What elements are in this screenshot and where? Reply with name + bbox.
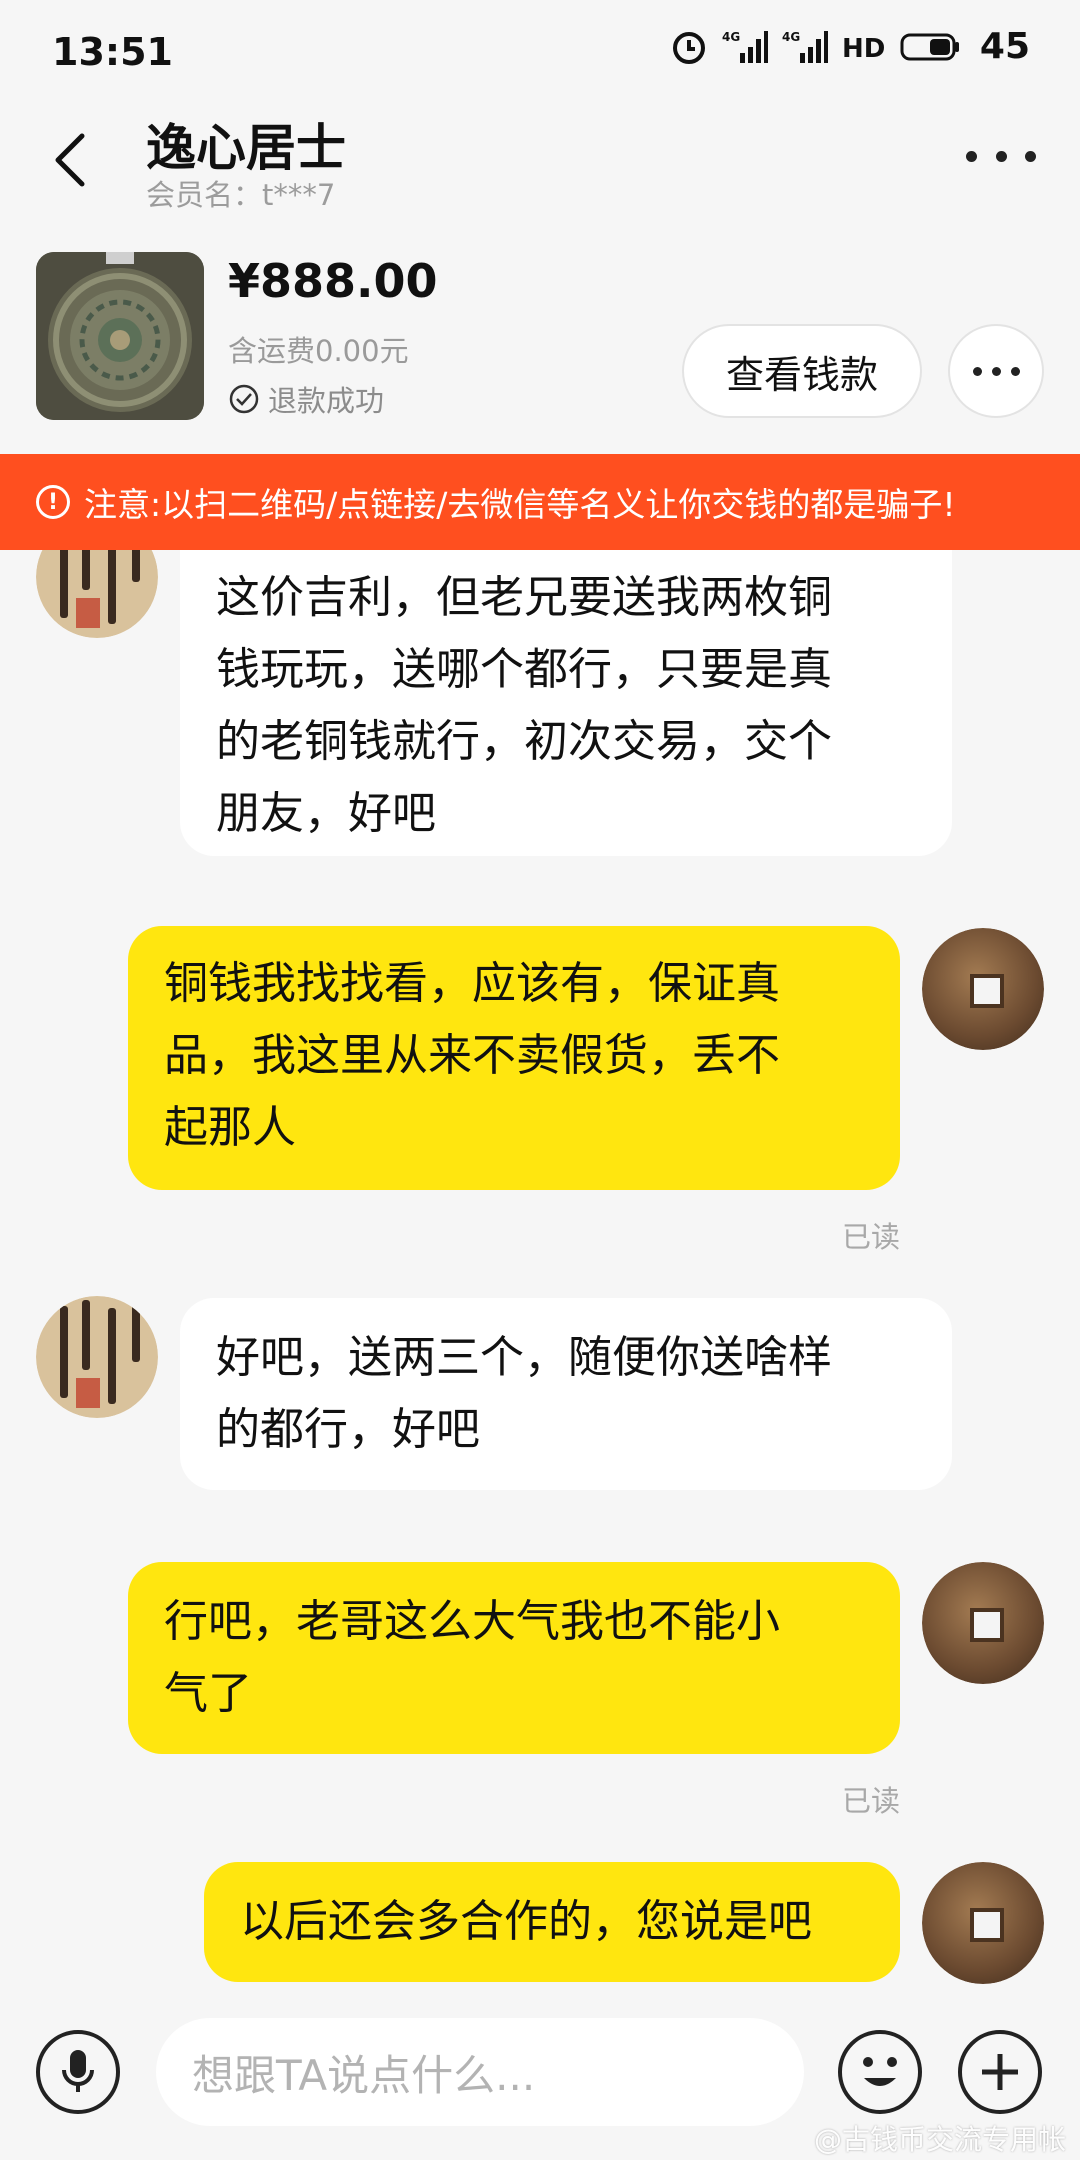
dot bbox=[1010, 366, 1020, 376]
seller-avatar[interactable] bbox=[36, 550, 158, 638]
signal-4g-icon: 4G bbox=[722, 29, 768, 65]
status-bar: 13:51 4G 4G HD 45 bbox=[0, 0, 1080, 108]
back-button[interactable] bbox=[42, 120, 98, 200]
battery-level: 45 bbox=[979, 26, 1030, 67]
refund-status-label: 退款成功 bbox=[268, 384, 385, 418]
message-bubble-outgoing[interactable]: 铜钱我找找看，应该有，保证真 品，我这里从来不卖假货，丢不 起那人 bbox=[128, 926, 900, 1190]
message-line: 品，我这里从来不卖假货，丢不 bbox=[164, 1030, 780, 1081]
input-bar: 想跟TA说点什么... @古钱币交流专用帐 bbox=[0, 2000, 1080, 2160]
product-card[interactable]: ¥888.00 含运费0.00元 退款成功 查看钱款 bbox=[0, 240, 1080, 440]
svg-text:4G: 4G bbox=[782, 30, 800, 44]
smiley-icon bbox=[863, 2057, 897, 2086]
message-bubble-outgoing[interactable]: 以后还会多合作的，您说是吧 bbox=[204, 1862, 900, 1982]
microphone-icon bbox=[62, 2050, 94, 2092]
svg-text:HD: HD bbox=[842, 34, 885, 64]
chat-messages[interactable]: 这价吉利，但老兄要送我两枚铜 钱玩玩，送哪个都行，只要是真 的老铜钱就行，初次交… bbox=[0, 550, 1080, 1990]
coin-avatar-image bbox=[922, 1862, 1044, 1984]
dot bbox=[991, 366, 1001, 376]
alarm-icon bbox=[670, 28, 708, 66]
calligraphy-avatar-image bbox=[36, 550, 158, 638]
message-line: 这价吉利，但老兄要送我两枚铜 bbox=[216, 572, 832, 623]
chat-header: 逸心居士 会员名：t***7 bbox=[0, 108, 1080, 218]
watermark-text: @古钱币交流专用帐 bbox=[813, 2123, 1066, 2156]
message-line: 钱玩玩，送哪个都行，只要是真 bbox=[216, 644, 832, 695]
warning-text: 注意:以扫二维码/点链接/去微信等名义让你交钱的都是骗子! bbox=[84, 485, 956, 524]
view-payment-button[interactable]: 查看钱款 bbox=[682, 324, 922, 418]
message-line: 朋友，好吧 bbox=[216, 788, 436, 839]
coin-avatar-image bbox=[922, 928, 1044, 1050]
more-options-button[interactable] bbox=[966, 136, 1036, 176]
my-avatar[interactable] bbox=[922, 1562, 1044, 1684]
shipping-fee: 含运费0.00元 bbox=[228, 334, 409, 368]
fraud-warning-banner: ! 注意:以扫二维码/点链接/去微信等名义让你交钱的都是骗子! bbox=[0, 454, 1080, 550]
product-price: ¥888.00 bbox=[228, 254, 438, 308]
message-bubble-incoming[interactable]: 好吧，送两三个，随便你送啥样 的都行，好吧 bbox=[180, 1298, 952, 1490]
dot bbox=[966, 150, 977, 162]
dot bbox=[995, 150, 1007, 162]
message-line: 的都行，好吧 bbox=[216, 1404, 480, 1455]
more-actions-button[interactable] bbox=[958, 2030, 1042, 2114]
message-line: 以后还会多合作的，您说是吧 bbox=[240, 1896, 812, 1947]
message-bubble-incoming[interactable]: 这价吉利，但老兄要送我两枚铜 钱玩玩，送哪个都行，只要是真 的老铜钱就行，初次交… bbox=[180, 550, 952, 856]
dot bbox=[1025, 150, 1036, 162]
product-more-button[interactable] bbox=[948, 324, 1044, 418]
signal-4g-2-icon: 4G bbox=[782, 29, 828, 65]
my-avatar[interactable] bbox=[922, 928, 1044, 1050]
hd-icon: HD bbox=[842, 29, 886, 65]
status-time: 13:51 bbox=[52, 30, 173, 74]
read-receipt: 已读 bbox=[842, 1220, 901, 1254]
battery-icon bbox=[900, 32, 960, 62]
message-line: 的老铜钱就行，初次交易，交个 bbox=[216, 716, 832, 767]
message-line: 气了 bbox=[164, 1668, 252, 1719]
my-avatar[interactable] bbox=[922, 1862, 1044, 1984]
chat-title: 逸心居士 bbox=[146, 119, 346, 177]
refund-status: 退款成功 bbox=[228, 378, 384, 420]
message-bubble-outgoing[interactable]: 行吧，老哥这么大气我也不能小 气了 bbox=[128, 1562, 900, 1754]
read-receipt: 已读 bbox=[842, 1784, 901, 1818]
message-line: 好吧，送两三个，随便你送啥样 bbox=[216, 1332, 832, 1383]
svg-text:4G: 4G bbox=[722, 30, 740, 44]
plus-icon bbox=[982, 2054, 1018, 2090]
emoji-button[interactable] bbox=[838, 2030, 922, 2114]
voice-input-button[interactable] bbox=[36, 2030, 120, 2114]
member-name: 会员名：t***7 bbox=[146, 178, 336, 212]
check-circle-icon bbox=[229, 384, 259, 414]
calligraphy-avatar-image bbox=[36, 1296, 158, 1418]
exclamation-circle-icon: ! bbox=[36, 485, 70, 519]
message-input[interactable]: 想跟TA说点什么... bbox=[156, 2018, 804, 2126]
message-line: 起那人 bbox=[164, 1102, 296, 1153]
dot bbox=[972, 366, 982, 376]
message-line: 铜钱我找找看，应该有，保证真 bbox=[164, 958, 780, 1009]
seller-avatar[interactable] bbox=[36, 1296, 158, 1418]
chevron-left-icon bbox=[55, 133, 85, 187]
status-icons: 4G 4G HD 45 bbox=[670, 26, 1030, 67]
message-line: 行吧，老哥这么大气我也不能小 bbox=[164, 1596, 780, 1647]
product-image[interactable] bbox=[36, 252, 204, 420]
coin-avatar-image bbox=[922, 1562, 1044, 1684]
